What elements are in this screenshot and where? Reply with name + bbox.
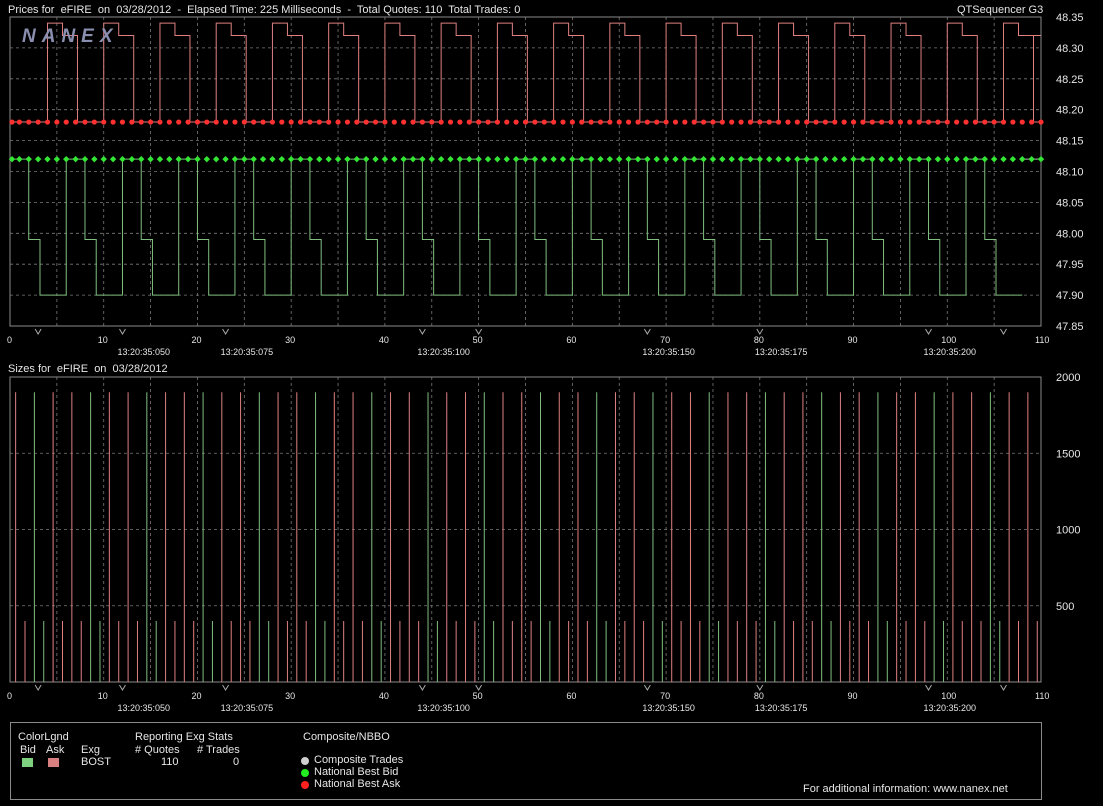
size-time-marker [643,684,651,691]
size-x-tick-label: 40 [379,691,389,701]
color-legend-label: ColorLgnd [18,731,69,743]
size-x-tick-label: 90 [848,691,858,701]
size-time-marker [756,684,764,691]
composite-trades-icon [301,757,309,765]
ask-color-swatch [48,758,59,767]
size-x-tick-label: 100 [941,691,956,701]
size-time-label: 13:20:35:200 [924,703,977,713]
bid-label: Bid [20,744,36,756]
info-text: For additional information: www.nanex.ne… [803,783,1008,795]
bid-color-swatch [22,758,33,767]
size-x-tick-label: 20 [191,691,201,701]
trades-header: # Trades [197,744,240,756]
size-x-tick-label: 80 [754,691,764,701]
size-time-label: 13:20:35:075 [221,703,274,713]
size-x-tick-label: 70 [660,691,670,701]
size-chart: 2000 1500 1000 500 0 10 20 30 40 50 60 70 80 90 100 110… [7,372,1080,713]
size-time-marker [418,684,426,691]
size-x-tick-label: 110 [1035,691,1049,701]
trades-count: 0 [233,756,240,768]
best-ask-label: National Best Ask [314,778,401,790]
size-time-label: 13:20:35:175 [755,703,808,713]
best-ask-icon [301,781,309,789]
size-y-tick-label: 2000 [1056,372,1080,384]
size-time-marker [119,684,126,691]
size-y-tick-label: 1500 [1056,448,1080,460]
composite-label: Composite/NBBO [303,731,390,743]
size-time-marker [34,684,42,691]
exg-value: BOST [81,756,111,768]
best-bid-icon [301,769,309,777]
size-time-marker [1000,684,1007,691]
size-time-marker [222,684,230,691]
size-time-label: 13:20:35:100 [417,703,470,713]
reporting-stats-label: Reporting Exg Stats [135,731,233,743]
size-x-tick-label: 0 [7,691,12,701]
best-bid-label: National Best Bid [314,766,399,778]
size-x-tick-label: 30 [285,691,295,701]
quotes-count: 110 [161,756,179,768]
size-x-tick-label: 60 [566,691,576,701]
size-x-tick-label: 10 [98,691,108,701]
size-time-label: 13:20:35:150 [642,703,695,713]
legend-panel: ColorLgnd Bid Ask Exg BOST Reporting Exg… [10,722,1042,800]
size-time-marker [475,684,483,691]
exg-label: Exg [81,744,100,756]
size-time-label: 13:20:35:050 [117,703,170,713]
composite-trades-label: Composite Trades [314,754,404,766]
quotes-header: # Quotes [135,744,180,756]
size-y-tick-label: 1000 [1056,525,1080,537]
size-x-tick-label: 50 [473,691,483,701]
size-time-marker [925,684,932,691]
size-y-tick-label: 500 [1056,601,1074,613]
ask-label: Ask [46,744,65,756]
